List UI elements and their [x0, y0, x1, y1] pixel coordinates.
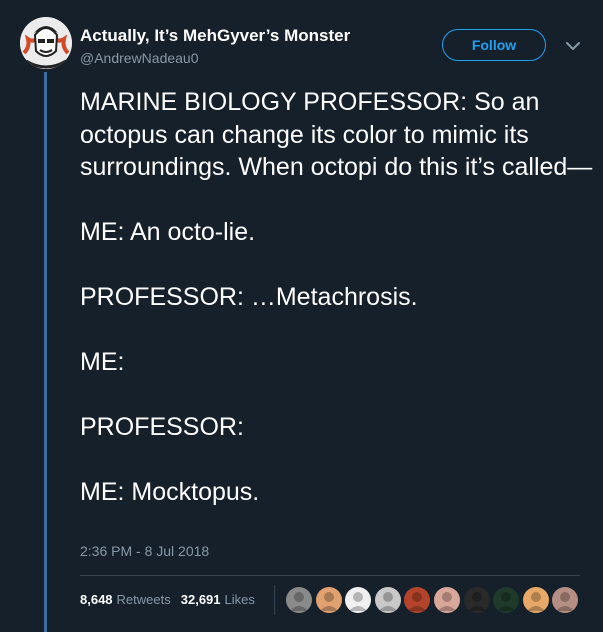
tweet-timestamp[interactable]: 2:36 PM - 8 Jul 2018 — [80, 543, 209, 559]
tweet-paragraph: ME: Mocktopus. — [80, 478, 260, 506]
tweet-paragraph: PROFESSOR: …Metachrosis. — [80, 283, 418, 311]
retweets-stat[interactable]: 8,648 Retweets — [80, 592, 171, 607]
tweet-paragraph: ME: An octo-lie. — [80, 218, 256, 246]
liker-avatar-10[interactable] — [552, 587, 579, 613]
liker-avatar-9[interactable] — [522, 587, 549, 613]
tweet-text: MARINE BIOLOGY PROFESSOR: So an octopus … — [80, 86, 595, 509]
likes-label: Likes — [224, 592, 255, 607]
stats-separator — [274, 585, 275, 615]
retweets-count: 8,648 — [80, 592, 113, 607]
liker-avatar-5[interactable] — [404, 587, 431, 613]
liker-avatar-8[interactable] — [493, 587, 520, 613]
liker-avatar-3[interactable] — [345, 587, 372, 613]
tweet-paragraph: ME: — [80, 348, 125, 376]
tweet-paragraph: MARINE BIOLOGY PROFESSOR: So an octopus … — [80, 88, 593, 181]
author-name[interactable]: Actually, It’s MehGyver’s Monster — [80, 26, 350, 46]
author-avatar[interactable] — [20, 17, 72, 69]
liker-avatar-1[interactable] — [286, 587, 312, 613]
liker-avatar-2[interactable] — [315, 587, 342, 613]
sketch-portrait-avatar-icon — [20, 17, 72, 69]
tweet-paragraph: PROFESSOR: — [80, 413, 244, 441]
thread-line — [44, 72, 47, 632]
follow-button[interactable]: Follow — [442, 29, 546, 61]
liker-avatar-4[interactable] — [374, 587, 401, 613]
likes-count: 32,691 — [180, 592, 221, 607]
divider — [80, 575, 580, 576]
tweet-stats: 8,648 Retweets 32,691 Likes — [80, 592, 265, 607]
likes-stat[interactable]: 32,691 Likes — [181, 592, 255, 607]
liker-avatars — [286, 587, 582, 613]
retweets-label: Retweets — [116, 592, 171, 607]
author-handle[interactable]: @AndrewNadeau0 — [80, 50, 199, 66]
liker-avatar-7[interactable] — [463, 587, 490, 613]
chevron-down-icon[interactable] — [563, 36, 583, 56]
liker-avatar-6[interactable] — [433, 587, 460, 613]
